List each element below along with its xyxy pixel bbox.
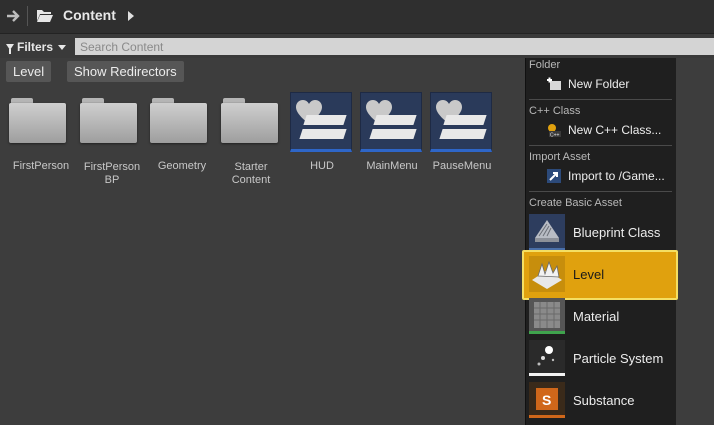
menu-item-label: Particle System	[573, 350, 664, 366]
filter-chip-show-redirectors[interactable]: Show Redirectors	[67, 61, 184, 82]
folder-icon	[9, 98, 66, 143]
import-menu-item[interactable]: Import to /Game...	[546, 166, 665, 186]
divider	[27, 6, 28, 26]
breadcrumb-content[interactable]: Content	[63, 7, 116, 23]
divider	[529, 145, 672, 146]
divider	[529, 99, 672, 100]
widget-blueprint-icon	[430, 92, 492, 152]
blueprint-class-menu-item[interactable]: Blueprint Class	[527, 212, 675, 252]
new-cpp-class-menu-item[interactable]: C++ New C++ Class...	[546, 120, 661, 140]
filter-icon	[6, 44, 14, 54]
widget-blueprint-icon	[290, 92, 352, 152]
level-menu-item[interactable]: Level	[527, 254, 675, 294]
section-title-cpp: C++ Class	[529, 105, 581, 117]
asset-label: FirstPerson BP	[83, 161, 141, 186]
svg-text:C++: C++	[550, 133, 560, 139]
level-icon	[529, 256, 565, 292]
menu-item-label: Level	[573, 266, 605, 282]
filters-button[interactable]: Filters	[6, 39, 67, 55]
folder-icon	[150, 98, 207, 143]
menu-item-label: Substance	[573, 392, 635, 408]
menu-item-label: Import to /Game...	[568, 169, 665, 183]
new-folder-menu-item[interactable]: New Folder	[546, 74, 629, 94]
arrow-right-icon[interactable]	[5, 8, 21, 24]
asset-label: Starter Content	[231, 161, 271, 186]
path-bar: Content	[0, 0, 714, 34]
folder-icon	[221, 98, 278, 143]
menu-item-label: New C++ Class...	[568, 123, 662, 137]
svg-text:S: S	[542, 392, 551, 408]
menu-item-label: New Folder	[568, 77, 630, 91]
blueprint-icon	[529, 214, 565, 250]
material-menu-item[interactable]: Material	[527, 296, 675, 336]
substance-icon: S	[529, 382, 565, 418]
folder-icon	[80, 98, 137, 143]
section-title-import: Import Asset	[529, 151, 591, 163]
section-title-basic-asset: Create Basic Asset	[529, 197, 622, 209]
asset-label: FirstPerson	[12, 160, 70, 172]
import-icon	[547, 169, 561, 183]
substance-menu-item[interactable]: S Substance	[527, 380, 675, 420]
particle-system-menu-item[interactable]: Particle System	[527, 338, 675, 378]
new-folder-icon	[547, 77, 561, 90]
widget-blueprint-icon	[360, 92, 422, 152]
divider	[529, 191, 672, 192]
search-input[interactable]	[75, 38, 714, 55]
menu-item-label: Material	[573, 308, 620, 324]
cpp-class-icon: C++	[548, 124, 561, 139]
folder-open-icon	[37, 10, 53, 22]
asset-label: Geometry	[157, 160, 207, 172]
filter-chip-level[interactable]: Level	[6, 61, 52, 82]
particle-icon	[529, 340, 565, 376]
filters-label: Filters	[17, 40, 54, 54]
chevron-right-icon[interactable]	[128, 11, 134, 21]
menu-item-label: Blueprint Class	[573, 224, 661, 240]
section-title-folder: Folder	[529, 59, 561, 71]
asset-label: PauseMenu	[432, 160, 492, 172]
material-icon	[529, 298, 565, 334]
chevron-down-icon	[58, 44, 67, 50]
